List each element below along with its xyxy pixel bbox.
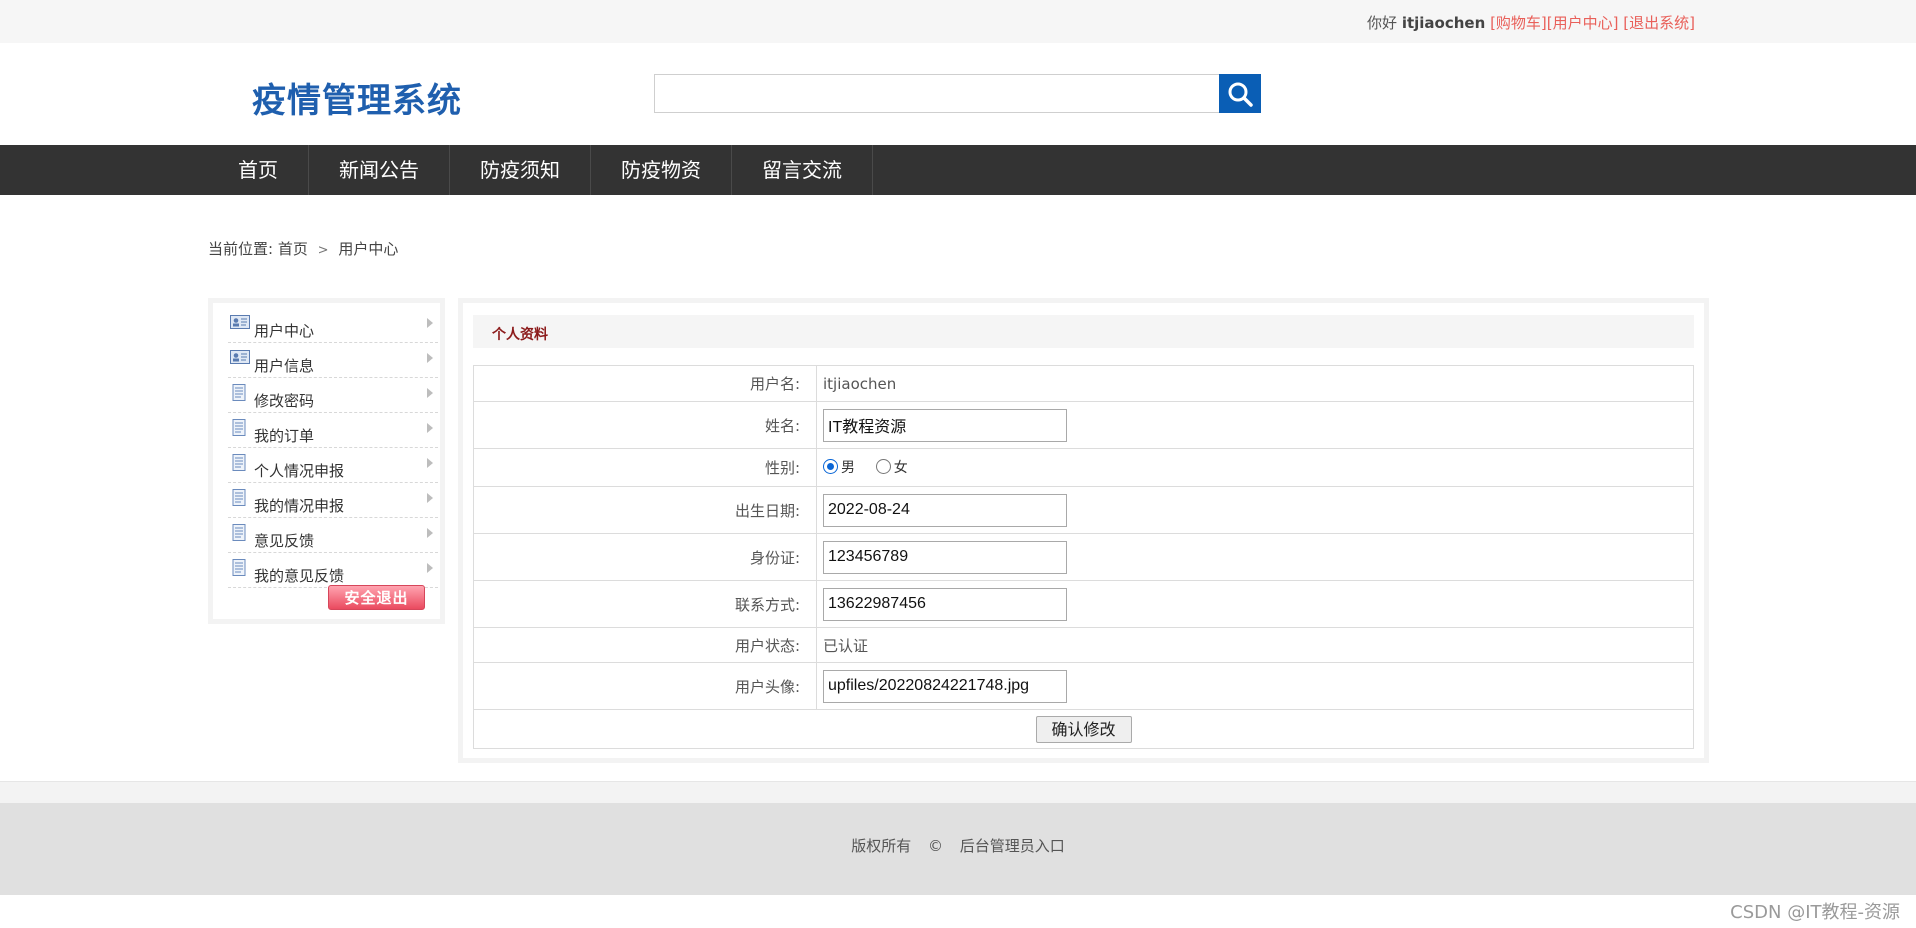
gender-option-label: 女 xyxy=(893,459,908,476)
document-icon xyxy=(232,559,246,576)
safe-logout-button[interactable]: 安全退出 xyxy=(328,585,425,610)
sidebar-item-feedback[interactable]: 意见反馈 xyxy=(228,518,438,553)
panel-title: 个人资料 xyxy=(492,327,548,343)
name-input[interactable] xyxy=(823,408,1067,442)
document-icon xyxy=(232,419,246,436)
sidebar-item-my-orders[interactable]: 我的订单 xyxy=(228,413,438,448)
form-row-status: 用户状态: 已认证 xyxy=(473,627,1694,663)
form-row-username: 用户名: itjiaochen xyxy=(473,365,1694,402)
sidebar-item-label: 修改密码 xyxy=(254,392,315,410)
sidebar-item-label: 我的订单 xyxy=(254,427,315,445)
search-box xyxy=(654,74,1219,113)
idcard-label: 身份证: xyxy=(473,533,817,581)
footer-divider xyxy=(0,781,1916,803)
birth-label: 出生日期: xyxy=(473,486,817,534)
document-icon xyxy=(232,524,246,541)
profile-form: 用户名: itjiaochen 姓名: 性别: 男 女 出生日期: 身份证: 联… xyxy=(473,365,1694,749)
phone-input[interactable] xyxy=(823,587,1067,621)
chevron-right-icon xyxy=(427,423,433,433)
avatar-label: 用户头像: xyxy=(473,662,817,710)
gender-radio-female[interactable] xyxy=(875,459,891,475)
logout-link[interactable]: [退出系统] xyxy=(1623,14,1695,32)
breadcrumb-current: 用户中心 xyxy=(338,240,399,258)
sidebar-item-label: 我的情况申报 xyxy=(254,497,345,515)
top-bar: 你好 itjiaochen [购物车][用户中心] [退出系统] xyxy=(0,0,1916,43)
chevron-right-icon xyxy=(427,458,433,468)
breadcrumb: 当前位置: 首页 > 用户中心 xyxy=(208,238,398,259)
user-card-icon xyxy=(230,350,250,364)
form-row-gender: 性别: 男 女 xyxy=(473,448,1694,487)
sidebar-item-label: 用户中心 xyxy=(254,322,315,340)
sidebar-item-user-center[interactable]: 用户中心 xyxy=(228,308,438,343)
form-row-name: 姓名: xyxy=(473,401,1694,449)
sidebar-item-personal-report[interactable]: 个人情况申报 xyxy=(228,448,438,483)
sidebar-item-label: 我的意见反馈 xyxy=(254,567,345,585)
confirm-edit-button[interactable]: 确认修改 xyxy=(1035,715,1132,743)
search-input[interactable] xyxy=(655,75,1219,112)
chevron-right-icon xyxy=(427,493,433,503)
form-row-avatar: 用户头像: xyxy=(473,662,1694,710)
sidebar-item-user-info[interactable]: 用户信息 xyxy=(228,343,438,378)
sidebar-item-my-report[interactable]: 我的情况申报 xyxy=(228,483,438,518)
chevron-right-icon xyxy=(427,528,433,538)
copyright-symbol: © xyxy=(928,837,943,855)
gender-label: 性别: xyxy=(473,448,817,487)
header: 疫情管理系统 xyxy=(0,43,1916,145)
footer: 版权所有 © 后台管理员入口 xyxy=(0,803,1916,895)
document-icon xyxy=(232,489,246,506)
search-button[interactable] xyxy=(1219,74,1261,113)
sidebar-item-label: 意见反馈 xyxy=(254,532,315,550)
user-center-link[interactable]: [用户中心] xyxy=(1547,14,1619,32)
sidebar: 用户中心 用户信息 修改密码 我的订单 个人情况申报 我的情况申报 意见反馈 我… xyxy=(208,298,445,624)
avatar-input[interactable] xyxy=(823,669,1067,703)
chevron-right-icon xyxy=(427,563,433,573)
chevron-right-icon xyxy=(427,388,433,398)
nav-item-news[interactable]: 新闻公告 xyxy=(309,145,450,195)
chevron-right-icon xyxy=(427,353,433,363)
nav-item-messages[interactable]: 留言交流 xyxy=(732,145,873,195)
user-info: 你好 itjiaochen [购物车][用户中心] [退出系统] xyxy=(1367,12,1695,33)
form-row-submit: 确认修改 xyxy=(473,709,1694,749)
form-row-birth: 出生日期: xyxy=(473,486,1694,534)
username-text: itjiaochen xyxy=(1401,14,1486,32)
gender-option-label: 男 xyxy=(841,459,855,476)
gender-radio-male[interactable] xyxy=(823,459,838,475)
status-label: 用户状态: xyxy=(473,627,817,663)
document-icon xyxy=(232,384,246,401)
breadcrumb-prefix: 当前位置: xyxy=(208,240,274,258)
phone-label: 联系方式: xyxy=(473,580,817,628)
search-icon xyxy=(1228,82,1253,107)
status-value: 已认证 xyxy=(816,627,1694,663)
username-value: itjiaochen xyxy=(816,365,1694,402)
sidebar-item-change-password[interactable]: 修改密码 xyxy=(228,378,438,413)
username-label: 用户名: xyxy=(473,365,817,402)
site-logo[interactable]: 疫情管理系统 xyxy=(252,73,462,122)
cart-link[interactable]: [购物车] xyxy=(1490,14,1547,32)
form-row-idcard: 身份证: xyxy=(473,533,1694,581)
user-card-icon xyxy=(230,315,250,329)
breadcrumb-home[interactable]: 首页 xyxy=(278,240,308,258)
sidebar-item-my-feedback[interactable]: 我的意见反馈 xyxy=(228,553,438,588)
birth-date-input[interactable] xyxy=(823,493,1067,527)
profile-panel: 个人资料 用户名: itjiaochen 姓名: 性别: 男 女 出生日期: 身… xyxy=(458,298,1709,763)
admin-entry-link[interactable]: 后台管理员入口 xyxy=(960,837,1065,855)
chevron-right-icon xyxy=(427,318,433,328)
copyright-text: 版权所有 xyxy=(851,837,912,855)
document-icon xyxy=(232,454,246,471)
panel-header: 个人资料 xyxy=(473,315,1694,348)
main-nav: 首页 新闻公告 防疫须知 防疫物资 留言交流 xyxy=(0,145,1916,195)
sidebar-item-label: 用户信息 xyxy=(254,357,315,375)
nav-item-guidelines[interactable]: 防疫须知 xyxy=(450,145,591,195)
gender-option-female[interactable]: 女 xyxy=(875,457,908,477)
form-row-phone: 联系方式: xyxy=(473,580,1694,628)
greeting-text: 你好 xyxy=(1367,14,1398,32)
sidebar-item-label: 个人情况申报 xyxy=(254,462,345,480)
name-label: 姓名: xyxy=(473,401,817,449)
watermark: CSDN @IT教程-资源 xyxy=(1730,902,1900,923)
nav-item-home[interactable]: 首页 xyxy=(208,145,309,195)
idcard-input[interactable] xyxy=(823,540,1067,574)
breadcrumb-separator: > xyxy=(317,243,329,258)
nav-item-supplies[interactable]: 防疫物资 xyxy=(591,145,732,195)
gender-option-male[interactable]: 男 xyxy=(823,457,855,477)
